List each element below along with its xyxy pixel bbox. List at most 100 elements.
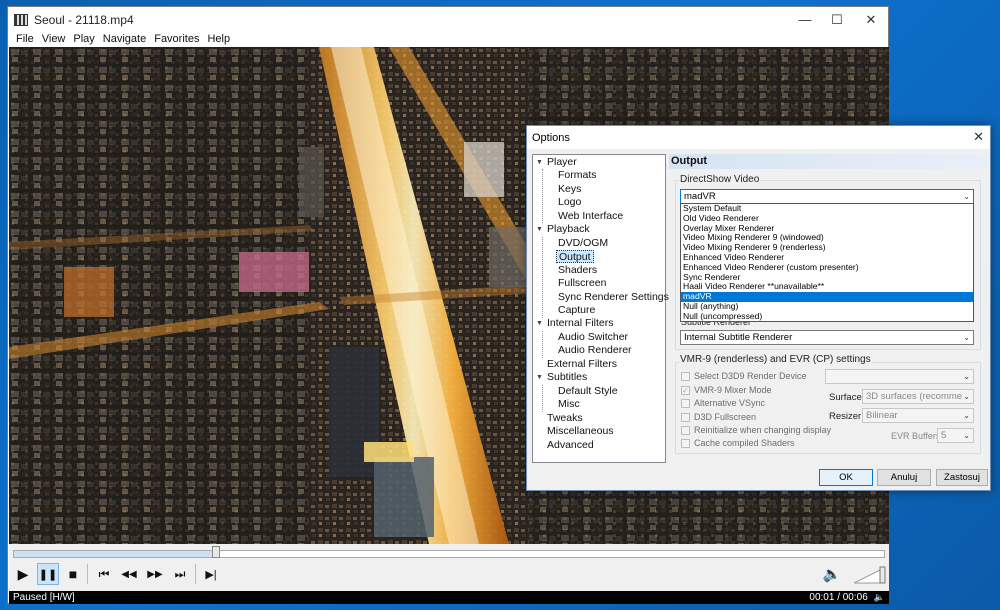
seek-bar-fill [14,551,217,557]
subtitle-renderer-select[interactable]: Internal Subtitle Renderer ⌄ [680,330,974,345]
menu-play[interactable]: Play [69,33,98,45]
checkbox-cache-shaders[interactable]: Cache compiled Shaders [681,438,795,448]
expand-chevron-icon[interactable]: ▼ [536,320,543,327]
close-button[interactable]: ✕ [854,7,888,32]
tree-item-shaders[interactable]: Shaders [558,264,597,277]
tree-item-miscellaneous[interactable]: Miscellaneous [547,425,614,438]
chevron-down-icon: ⌄ [963,372,970,381]
checkbox-label: Cache compiled Shaders [694,438,795,448]
tree-item-misc[interactable]: Misc [558,398,580,411]
window-title: Seoul - 21118.mp4 [34,12,134,27]
tree-item-advanced[interactable]: Advanced [547,439,594,452]
tree-item-fullscreen[interactable]: Fullscreen [558,277,606,290]
resizer-value: Bilinear [866,410,898,421]
chevron-down-icon: ⌄ [963,192,970,201]
checkbox-label: D3D Fullscreen [694,412,757,422]
menu-view[interactable]: View [38,33,70,45]
tree-line [542,169,543,223]
frame-step-icon[interactable]: ▶| [200,563,222,585]
renderer-dropdown-list: System Default Old Video Renderer Overla… [680,203,974,322]
apply-button[interactable]: Zastosuj [936,469,988,486]
chevron-down-icon: ⌄ [963,333,970,342]
checkbox-label: Reinitialize when changing display [694,425,832,435]
stop-icon[interactable]: ■ [62,563,84,585]
checkbox-label: VMR-9 Mixer Mode [694,385,772,395]
checkbox-d3d-fullscreen[interactable]: D3D Fullscreen [681,412,756,422]
resizer-select[interactable]: Bilinear ⌄ [862,408,974,423]
tree-item-capture[interactable]: Capture [558,304,595,317]
page-title: Output [669,154,987,169]
subtitle-renderer-value: Internal Subtitle Renderer [684,332,793,343]
menu-bar: File View Play Navigate Favorites Help [8,32,888,46]
tree-item-subtitles[interactable]: Subtitles [547,371,587,384]
tree-item-sync-renderer[interactable]: Sync Renderer Settings [558,291,669,304]
tree-line [542,237,543,318]
fast-forward-icon[interactable]: ▶▶ [144,563,166,585]
minimize-button[interactable]: — [788,7,822,32]
menu-navigate[interactable]: Navigate [99,33,150,45]
ok-button[interactable]: OK [819,469,873,486]
tree-item-formats[interactable]: Formats [558,169,597,182]
checkbox-reinitialize[interactable]: Reinitialize when changing display [681,425,831,435]
tree-item-web-interface[interactable]: Web Interface [558,210,623,223]
time-display[interactable]: 00:01 / 00:06 [809,592,867,603]
skip-back-icon[interactable]: ⏮ [93,563,115,585]
tree-item-default-style[interactable]: Default Style [558,385,618,398]
tree-item-external-filters[interactable]: External Filters [547,358,617,371]
app-icon [14,13,28,26]
menu-favorites[interactable]: Favorites [150,33,203,45]
expand-chevron-icon[interactable]: ▼ [536,226,543,233]
checkbox-alternative-vsync[interactable]: Alternative VSync [681,398,765,408]
separator [195,564,196,584]
separator [87,564,88,584]
checkbox-select-d3d9[interactable]: Select D3D9 Render Device [681,371,807,381]
playback-status: Paused [H/W] [13,592,75,603]
options-close-button[interactable]: ✕ [973,129,984,145]
tree-item-audio-renderer[interactable]: Audio Renderer [558,344,632,357]
checkbox-vmr9-mixer[interactable]: ✓ VMR-9 Mixer Mode [681,385,772,395]
renderer-option[interactable]: Null (uncompressed) [681,311,973,322]
tree-item-playback[interactable]: Playback [547,223,590,236]
checkbox-label: Alternative VSync [694,398,766,408]
player-titlebar[interactable]: Seoul - 21118.mp4 [8,7,888,32]
evr-buffers-value: 5 [941,430,947,441]
surface-label: Surface: [829,392,865,403]
skip-forward-icon[interactable]: ⏭ [169,563,191,585]
control-bar: ▶ ❚❚ ■ ⏮ ◀◀ ▶▶ ⏭ ▶| 🔈 [9,544,889,591]
surface-value: 3D surfaces (recommended) [866,391,962,402]
pause-icon[interactable]: ❚❚ [37,563,59,585]
seek-thumb[interactable] [212,546,221,558]
tree-line [542,385,543,412]
directshow-renderer-select[interactable]: madVR ⌄ [680,189,974,204]
expand-chevron-icon[interactable]: ▼ [536,374,543,381]
rewind-icon[interactable]: ◀◀ [118,563,140,585]
volume-slider[interactable] [854,566,886,584]
evr-buffers-select[interactable]: 5 ⌄ [937,428,974,443]
options-tree: ▼ Player Formats Keys Logo Web Interface… [532,154,669,463]
tree-line [542,331,543,358]
d3d9-device-select[interactable]: ⌄ [825,369,974,384]
expand-chevron-icon[interactable]: ▼ [536,159,543,166]
tree-item-keys[interactable]: Keys [558,183,581,196]
tree-item-tweaks[interactable]: Tweaks [547,412,583,425]
options-titlebar[interactable]: Options [527,126,990,149]
chevron-down-icon: ⌄ [963,411,970,420]
tree-item-player[interactable]: Player [547,156,577,169]
check-icon: ✓ [681,385,690,395]
tree-item-dvd-ogm[interactable]: DVD/OGM [558,237,608,250]
options-dialog: Options ✕ ▼ Player Formats Keys Logo Web… [526,125,991,491]
seek-bar[interactable] [13,550,885,558]
tree-item-audio-switcher[interactable]: Audio Switcher [558,331,628,344]
tree-item-internal-filters[interactable]: Internal Filters [547,317,614,330]
tree-item-logo[interactable]: Logo [558,196,581,209]
cancel-button[interactable]: Anuluj [877,469,931,486]
menu-file[interactable]: File [12,33,38,45]
volume-icon[interactable]: 🔈 [821,563,843,585]
checkbox-box [681,425,690,435]
tree-item-output[interactable]: Output [556,250,594,263]
renderer-option[interactable]: Haali Video Renderer **unavailable** [681,282,973,292]
menu-help[interactable]: Help [203,33,234,45]
surface-select[interactable]: 3D surfaces (recommended) ⌄ [862,389,974,404]
play-icon[interactable]: ▶ [12,563,34,585]
maximize-button[interactable]: ☐ [820,7,854,32]
